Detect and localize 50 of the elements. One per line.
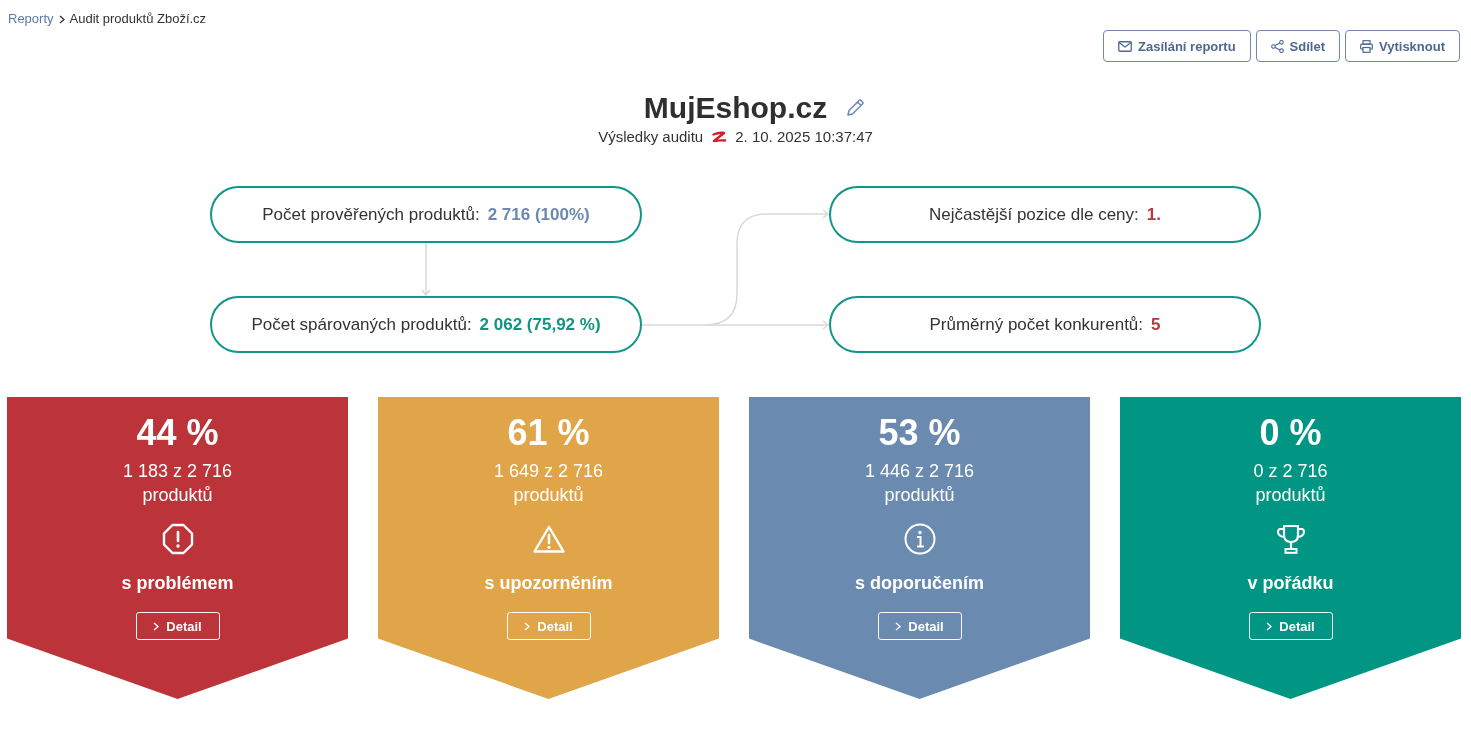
node-value: 5: [1151, 314, 1161, 335]
connector-arrow: [421, 242, 431, 297]
status-label: s doporučením: [855, 572, 984, 595]
chevron-right-icon: [153, 621, 160, 631]
node-label: Počet spárovaných produktů:: [251, 314, 472, 335]
node-value: 2 062 (75,92 %): [479, 314, 601, 335]
share-icon: [1270, 39, 1284, 53]
chevron-right-icon: [895, 621, 902, 631]
print-button[interactable]: Vytisknout: [1345, 30, 1460, 62]
detail-button[interactable]: Detail: [877, 612, 962, 640]
chevron-right-icon: [524, 621, 531, 631]
chevron-right-icon: [1266, 621, 1273, 631]
unit-label: produktů: [142, 484, 213, 507]
node-label: Nejčastější pozice dle ceny:: [929, 204, 1139, 225]
node-label: Počet prověřených produktů:: [262, 204, 480, 225]
detail-button[interactable]: Detail: [135, 612, 220, 640]
unit-label: produktů: [884, 484, 955, 507]
percent-value: 61 %: [507, 413, 590, 453]
product-count: 1 446 z 2 716: [864, 460, 975, 483]
unit-label: produktů: [513, 484, 584, 507]
trophy-icon: [1274, 523, 1307, 555]
percent-value: 44 %: [136, 413, 219, 453]
octagon-alert-icon: [161, 523, 194, 555]
site-title: MujEshop.cz: [643, 90, 828, 126]
envelope-icon: [1118, 40, 1133, 52]
chevron-right-icon: [58, 14, 65, 24]
warning-triangle-icon: [532, 525, 565, 553]
percent-value: 53 %: [878, 413, 961, 453]
product-count: 1 649 z 2 716: [493, 460, 604, 483]
node-value: 2 716 (100%): [487, 204, 590, 225]
audit-date: 2. 10. 2025 10:37:47: [735, 127, 873, 147]
status-label: s problémem: [121, 572, 234, 595]
product-count: 1 183 z 2 716: [122, 460, 233, 483]
pencil-icon[interactable]: [845, 98, 866, 118]
status-label: v pořádku: [1247, 572, 1334, 595]
breadcrumb-link[interactable]: Reporty: [8, 11, 54, 27]
node-label: Průměrný počet konkurentů:: [929, 314, 1144, 335]
unit-label: produktů: [1255, 484, 1326, 507]
subtitle-text: Výsledky auditu: [598, 127, 704, 147]
percent-value: 0 %: [1259, 413, 1322, 453]
status-label: s upozorněním: [484, 572, 613, 595]
product-count: 0 z 2 716: [1253, 460, 1328, 483]
info-icon: [903, 523, 936, 555]
share-button[interactable]: Sdílet: [1255, 30, 1340, 62]
send-report-button[interactable]: Zasílání reportu: [1103, 30, 1251, 62]
logo-icon: [711, 131, 728, 143]
printer-icon: [1360, 39, 1373, 53]
detail-button[interactable]: Detail: [1248, 612, 1333, 640]
node-value: 1.: [1146, 204, 1161, 225]
breadcrumb-current: Audit produktů Zboží.cz: [69, 11, 207, 27]
